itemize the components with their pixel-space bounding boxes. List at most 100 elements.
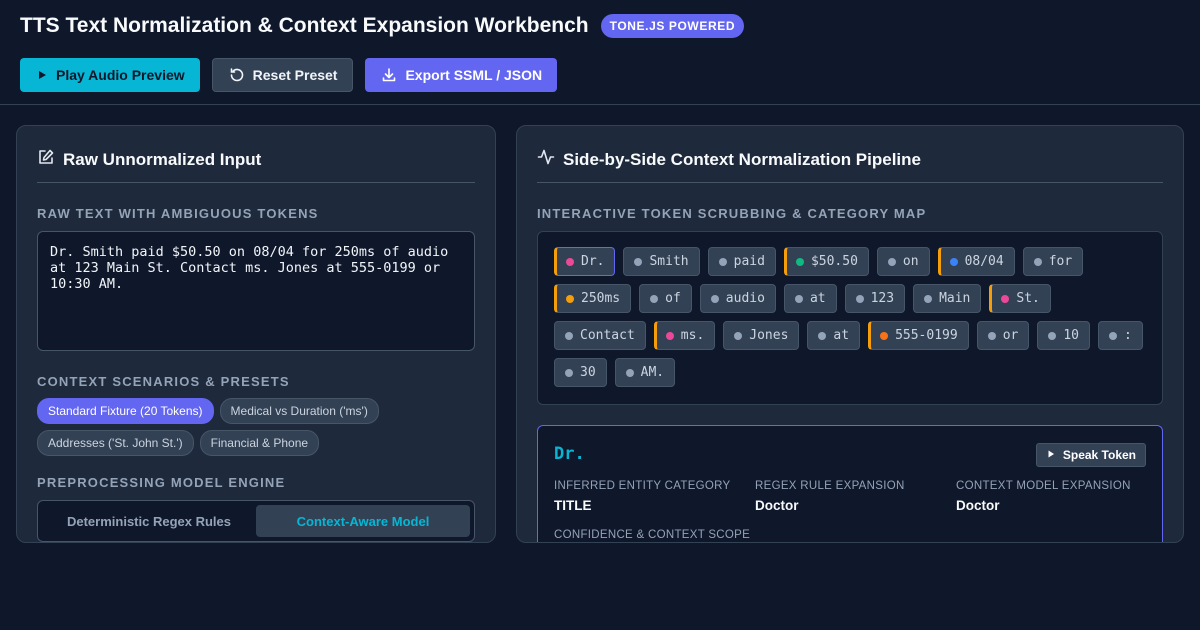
export-label: Export SSML / JSON: [405, 67, 543, 83]
context-column: CONTEXT MODEL EXPANSION Doctor: [956, 480, 1131, 513]
play-audio-label: Play Audio Preview: [56, 67, 185, 83]
edit-icon: [37, 148, 55, 171]
category-dot-icon: [795, 257, 804, 266]
token-chip[interactable]: $50.50: [783, 247, 869, 276]
token-chip[interactable]: Jones: [723, 321, 800, 350]
context-value: Doctor: [956, 498, 1000, 513]
raw-text-label: RAW TEXT WITH AMBIGUOUS TOKENS: [37, 206, 319, 221]
token-chip[interactable]: Main: [913, 284, 982, 313]
play-icon: [1046, 448, 1056, 462]
reset-preset-button[interactable]: Reset Preset: [211, 58, 354, 92]
category-dot-icon: [565, 368, 573, 377]
token-text: 10: [1063, 328, 1080, 343]
token-chip[interactable]: 555-0199: [868, 321, 969, 350]
regex-engine-option[interactable]: Deterministic Regex Rules: [42, 505, 256, 537]
category-dot-icon: [565, 331, 573, 340]
token-text: of: [665, 291, 681, 306]
preset-chip[interactable]: Standard Fixture (20 Tokens): [37, 398, 214, 424]
raw-input-header: Raw Unnormalized Input: [37, 148, 261, 171]
activity-icon: [537, 148, 555, 171]
token-chip[interactable]: ms.: [653, 321, 716, 350]
token-text: Contact: [580, 328, 635, 343]
category-dot-icon: [1033, 257, 1042, 266]
raw-text-input[interactable]: Dr. Smith paid $50.50 on 08/04 for 250ms…: [37, 231, 475, 351]
preset-chip[interactable]: Medical vs Duration ('ms'): [219, 398, 379, 424]
token-chip[interactable]: 250ms: [554, 284, 632, 313]
token-chip[interactable]: St.: [989, 284, 1051, 313]
speak-token-label: Speak Token: [1062, 448, 1136, 462]
category-dot-icon: [734, 331, 743, 340]
token-text: at: [809, 291, 826, 306]
category-dot-icon: [665, 331, 674, 340]
token-detail-card: Dr. Speak Token INFERRED ENTITY CATEGORY…: [537, 425, 1163, 542]
token-chip[interactable]: or: [976, 321, 1030, 350]
token-text: $50.50: [810, 254, 858, 269]
app-title: TTS Text Normalization & Context Expansi…: [20, 14, 589, 37]
token-text: audio: [725, 291, 765, 306]
token-chip[interactable]: 30: [554, 358, 607, 387]
context-engine-option[interactable]: Context-Aware Model: [256, 505, 470, 537]
token-chip[interactable]: of: [639, 284, 692, 313]
category-value: TITLE: [554, 498, 592, 513]
token-text: Dr.: [581, 254, 605, 269]
token-text: ms.: [680, 328, 705, 343]
download-icon: [381, 67, 397, 83]
speak-token-button[interactable]: Speak Token: [1035, 443, 1146, 467]
token-chip[interactable]: audio: [699, 284, 776, 313]
regex-value: Doctor: [755, 498, 799, 513]
token-text: Jones: [749, 328, 789, 343]
token-text: Main: [939, 291, 971, 306]
token-text: on: [902, 254, 919, 269]
token-text: for: [1048, 254, 1073, 269]
token-chip[interactable]: at: [807, 321, 861, 350]
pipeline-header: Side-by-Side Context Normalization Pipel…: [537, 148, 921, 171]
category-dot-icon: [949, 257, 958, 266]
token-text: Smith: [649, 254, 689, 269]
preset-chip[interactable]: Addresses ('St. John St.'): [37, 430, 194, 456]
category-dot-icon: [710, 294, 719, 303]
category-dot-icon: [650, 294, 659, 303]
category-dot-icon: [818, 331, 827, 340]
category-dot-icon: [987, 331, 996, 340]
token-chip[interactable]: Contact: [554, 321, 646, 350]
token-chip[interactable]: on: [876, 247, 930, 276]
divider: [537, 182, 1163, 183]
reset-icon: [229, 67, 245, 83]
export-button[interactable]: Export SSML / JSON: [365, 58, 558, 92]
category-label: INFERRED ENTITY CATEGORY: [554, 480, 731, 492]
token-chip[interactable]: at: [783, 284, 837, 313]
token-chip[interactable]: for: [1022, 247, 1084, 276]
play-icon: [36, 69, 48, 81]
token-text: 08/04: [964, 254, 1004, 269]
category-dot-icon: [1109, 331, 1118, 340]
token-chip[interactable]: :: [1098, 321, 1143, 350]
token-text: :: [1124, 328, 1132, 343]
engine-badge: TONE.JS POWERED: [600, 14, 745, 38]
token-chip[interactable]: 08/04: [937, 247, 1015, 276]
token-text: AM.: [640, 365, 665, 380]
category-dot-icon: [887, 257, 896, 266]
token-map-label: INTERACTIVE TOKEN SCRUBBING & CATEGORY M…: [537, 206, 927, 221]
context-label: CONTEXT MODEL EXPANSION: [956, 480, 1131, 492]
toolbar: Play Audio Preview Reset Preset Export S…: [20, 58, 558, 92]
raw-input-title: Raw Unnormalized Input: [63, 149, 262, 169]
token-text: 123: [870, 291, 895, 306]
preset-list: Standard Fixture (20 Tokens) Medical vs D…: [37, 398, 477, 456]
token-chip[interactable]: paid: [707, 247, 776, 276]
category-dot-icon: [634, 257, 643, 266]
play-audio-button[interactable]: Play Audio Preview: [20, 58, 200, 92]
pipeline-panel: Side-by-Side Context Normalization Pipel…: [516, 125, 1184, 543]
regex-column: REGEX RULE EXPANSION Doctor: [755, 480, 905, 513]
token-chip[interactable]: Smith: [623, 247, 700, 276]
token-text: 30: [580, 365, 596, 380]
title-row: TTS Text Normalization & Context Expansi…: [20, 14, 745, 38]
token-chip[interactable]: 123: [844, 284, 906, 313]
token-chip[interactable]: AM.: [614, 358, 676, 387]
preset-chip[interactable]: Financial & Phone: [199, 430, 320, 456]
token-chip[interactable]: Dr.: [554, 247, 616, 276]
category-dot-icon: [625, 368, 634, 377]
token-text: or: [1002, 328, 1019, 343]
token-chip[interactable]: 10: [1037, 321, 1091, 350]
token-text: 555-0199: [895, 328, 958, 343]
category-dot-icon: [1001, 294, 1010, 303]
